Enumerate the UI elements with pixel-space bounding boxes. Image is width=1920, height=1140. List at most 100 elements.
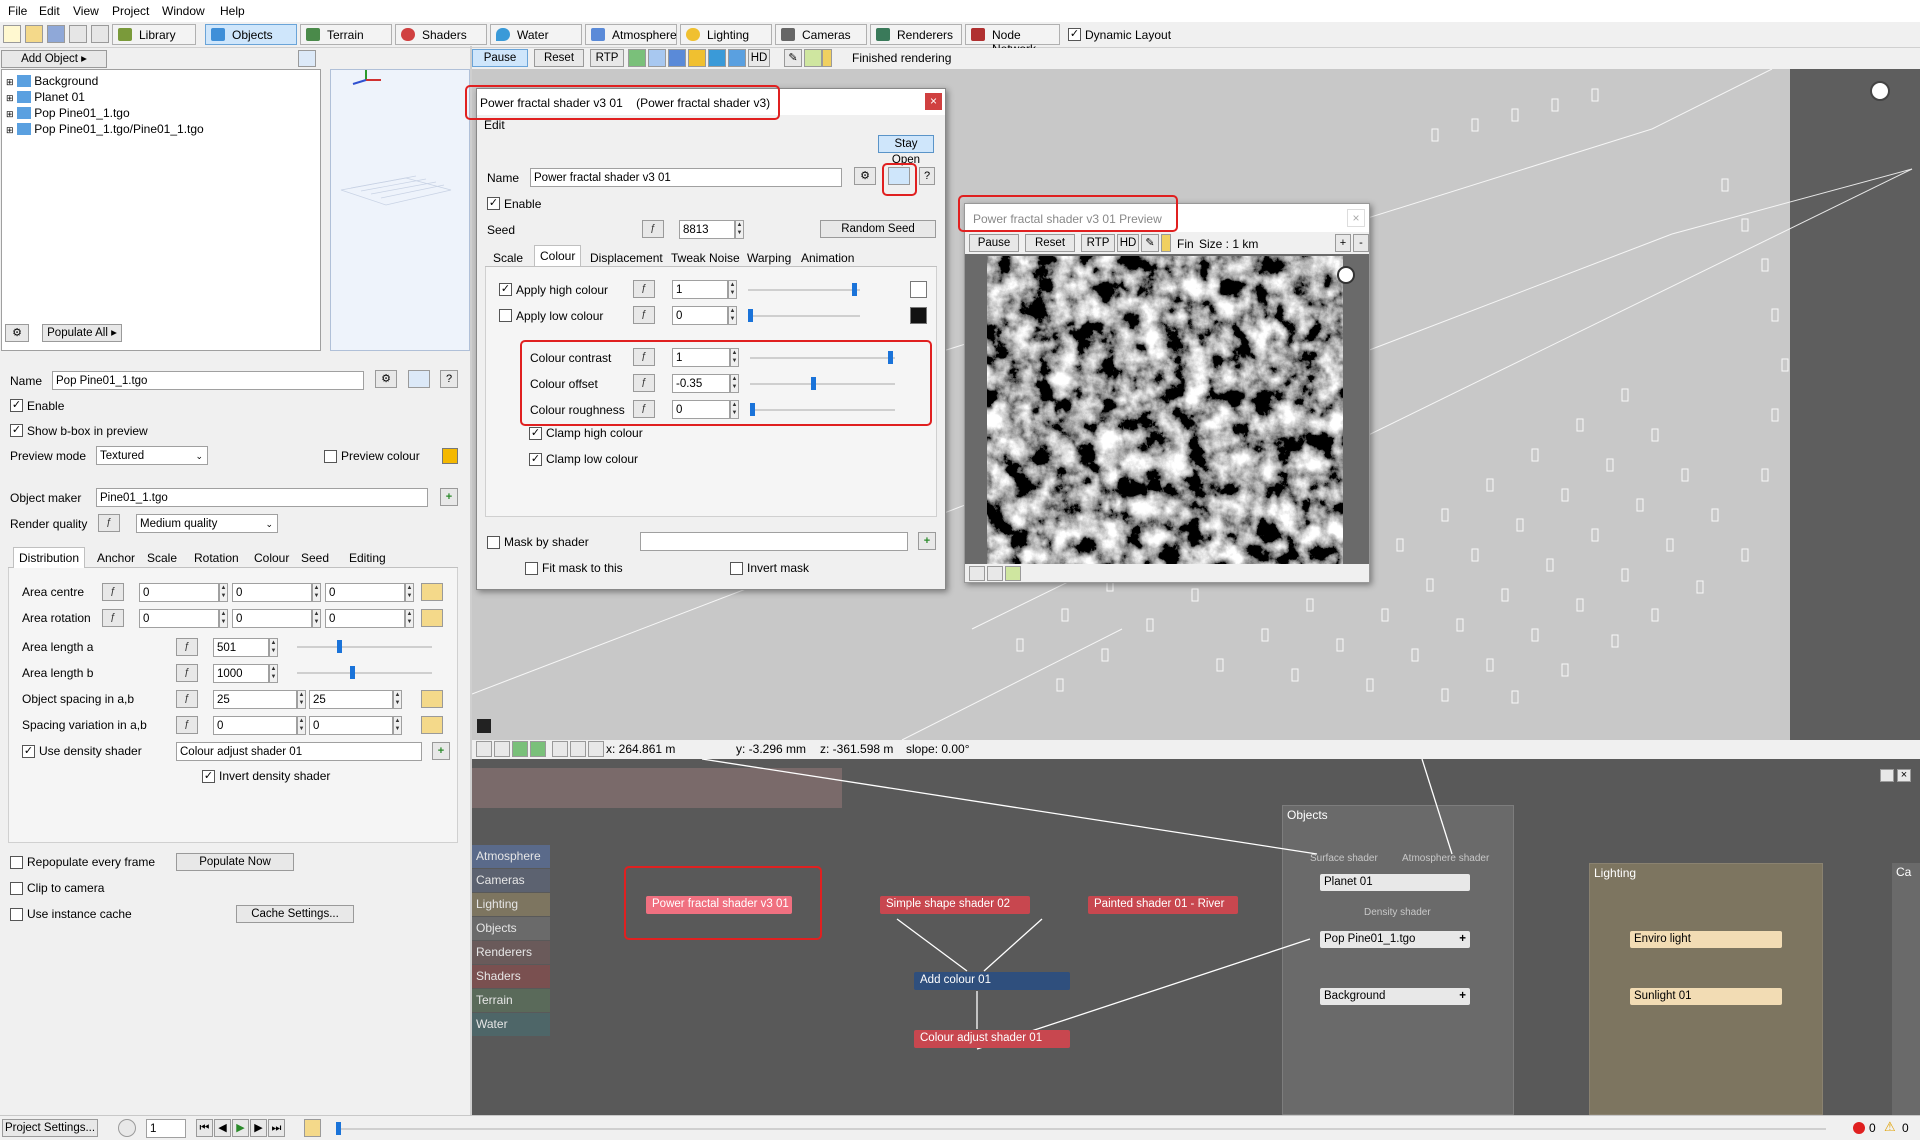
help-icon[interactable]: ? [440,370,458,388]
apply-low-colour-slider[interactable] [748,309,860,322]
tab-cameras[interactable]: Cameras [775,24,867,45]
node-planet[interactable]: Planet 01 [1320,874,1470,891]
tab-distribution[interactable]: Distribution [13,547,86,568]
spinner[interactable]: ▲ ▼ [269,664,278,683]
camera-icon[interactable] [512,741,528,757]
apply-high-colour-slider[interactable] [748,283,860,296]
tab-water[interactable]: Water [490,24,582,45]
water-icon[interactable] [708,49,726,67]
tab-library[interactable]: Library [112,24,196,45]
camera-icon[interactable] [476,741,492,757]
menu-edit[interactable]: Edit [39,4,60,18]
area-centre-z[interactable]: 0 [325,583,405,602]
function-icon[interactable]: ƒ [633,306,655,324]
tab-node-network[interactable]: Node Network [965,24,1060,56]
spinner[interactable]: ▲ ▼ [312,583,321,602]
brush-icon[interactable]: ✎ [1141,234,1159,252]
node-add-colour[interactable]: Add colour 01 [914,972,1070,990]
fit-icon[interactable] [987,566,1003,581]
spinner[interactable]: ▲ ▼ [219,609,228,628]
clock-icon[interactable] [118,1119,136,1137]
mask-shader-field[interactable] [640,532,908,551]
spacing-variation-b[interactable]: 0 [309,716,393,735]
shader-name-field[interactable]: Power fractal shader v3 01 [530,168,842,187]
spinner[interactable]: ▲ ▼ [405,609,414,628]
preview-mode-select[interactable]: Textured ⌄ [96,446,208,465]
panel-view-icon[interactable] [408,370,430,388]
render-icon[interactable] [91,25,109,43]
render-quality-select[interactable]: Medium quality ⌄ [136,514,278,533]
tree-item[interactable]: ⊞ Pop Pine01_1.tgo [6,106,130,120]
sphere-icon[interactable] [628,49,646,67]
first-frame-icon[interactable]: ⏮ [196,1119,213,1137]
enable-checkbox[interactable]: ✓ [487,197,500,210]
add-object-button[interactable]: Add Object ▸ [1,50,107,68]
show-bbox-checkbox[interactable]: ✓ [10,424,23,437]
function-icon[interactable]: ƒ [642,220,664,238]
gear-icon[interactable]: ⚙ [854,167,876,185]
tab-seed[interactable]: Seed [295,547,335,569]
preview-colour-checkbox[interactable] [324,450,337,463]
node-pop-pine[interactable]: Pop Pine01_1.tgo + [1320,931,1470,948]
open-folder-icon[interactable] [25,25,43,43]
rtp-button[interactable]: RTP [1081,234,1115,252]
tree-item[interactable]: ⊞ Pop Pine01_1.tgo/Pine01_1.tgo [6,122,204,136]
expand-icon[interactable]: + [1459,988,1466,1004]
tab-renderers[interactable]: Renderers [870,24,962,45]
rtp-button[interactable]: RTP [590,49,624,67]
objects-icon[interactable] [728,49,746,67]
clamp-high-checkbox[interactable]: ✓ [529,427,542,440]
hd-button[interactable]: HD [1117,234,1139,252]
folder-icon[interactable] [421,716,443,734]
tab-anchor[interactable]: Anchor [91,547,141,569]
area-length-a-field[interactable]: 501 [213,638,269,657]
function-icon[interactable]: ƒ [633,280,655,298]
light-icon[interactable] [688,49,706,67]
preview-canvas[interactable] [965,254,1369,564]
folder-icon[interactable] [421,690,443,708]
node-sunlight[interactable]: Sunlight 01 [1630,988,1782,1005]
menu-file[interactable]: File [8,4,27,18]
seed-field[interactable]: 8813 [679,220,735,239]
new-file-icon[interactable] [3,25,21,43]
gear-icon[interactable]: ⚙ [375,370,397,388]
spinner[interactable]: ▲ ▼ [269,638,278,657]
area-length-b-slider[interactable] [297,666,432,679]
settings-gear-icon[interactable]: ⚙ [5,324,29,342]
spinner[interactable]: ▲ ▼ [297,690,306,709]
pause-button[interactable]: Pause [969,234,1019,252]
play-icon[interactable]: ▶ [232,1119,249,1137]
folder-icon[interactable] [421,583,443,601]
tab-lighting[interactable]: Lighting [680,24,772,45]
stay-open-button[interactable]: Stay Open [878,135,934,166]
tab-objects[interactable]: Objects [205,24,297,45]
invert-mask-checkbox[interactable] [730,562,743,575]
tree-item[interactable]: ⊞ Background [6,74,98,88]
picker-icon[interactable] [1005,566,1021,581]
area-centre-x[interactable]: 0 [139,583,219,602]
sun-icon[interactable] [1337,266,1355,284]
panel-view-icon[interactable] [298,50,316,67]
close-icon[interactable]: × [925,93,942,110]
category-water[interactable]: Water [472,1013,550,1036]
mask-by-shader-checkbox[interactable] [487,536,500,549]
node-background[interactable]: Background + [1320,988,1470,1005]
object-maker-field[interactable]: Pine01_1.tgo [96,488,428,507]
spacing-b-field[interactable]: 25 [309,690,393,709]
spinner[interactable]: ▲ ▼ [405,583,414,602]
invert-density-checkbox[interactable]: ✓ [202,770,215,783]
low-colour-swatch[interactable] [910,307,927,324]
folder-icon[interactable] [421,609,443,627]
area-rotation-z[interactable]: 0 [325,609,405,628]
apply-low-colour-field[interactable]: 0 [672,306,728,325]
category-shaders[interactable]: Shaders [472,965,550,988]
category-atmosphere[interactable]: Atmosphere [472,845,550,868]
ruler-icon[interactable] [588,741,604,757]
sun-icon[interactable] [1870,81,1890,101]
close-icon[interactable]: × [1347,209,1365,227]
function-icon[interactable]: ƒ [176,716,198,734]
zoom-in-icon[interactable]: + [1335,234,1351,252]
spinner[interactable]: ▲ ▼ [219,583,228,602]
repopulate-checkbox[interactable] [10,856,23,869]
expand-icon[interactable]: + [1459,931,1466,947]
